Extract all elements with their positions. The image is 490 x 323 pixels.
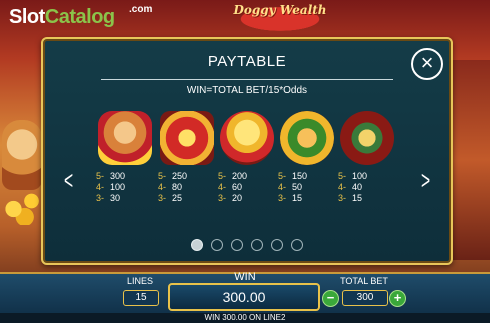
background-dog-figure xyxy=(2,120,42,190)
dog-wild-icon xyxy=(98,111,152,165)
prev-page-arrow-icon[interactable]: < xyxy=(64,167,73,193)
increase-bet-button[interactable]: + xyxy=(389,290,406,307)
bottom-bar: LINES 15 WIN 300.00 TOTAL BET − 300 + xyxy=(0,271,490,315)
title-divider xyxy=(101,79,393,80)
win-label: WIN xyxy=(234,271,256,283)
paytable-panel: PAYTABLE WIN=TOTAL BET/15*Odds × < > 5- 3… xyxy=(41,37,453,265)
lines-label: LINES xyxy=(126,276,153,286)
payout-list: 5- 200 4- 60 3- 20 xyxy=(218,171,248,203)
site-logo-catalog: Catalog xyxy=(44,6,115,28)
total-bet-control: − 300 + xyxy=(322,290,406,307)
payout-list: 5- 100 4- 40 3- 15 xyxy=(338,171,368,203)
symbol-card: 5- 250 4- 80 3- 25 xyxy=(158,111,216,204)
page-dot[interactable] xyxy=(251,239,263,251)
win-formula: WIN=TOTAL BET/15*Odds xyxy=(186,85,308,96)
site-logo-com: .com xyxy=(129,4,153,15)
page-dot[interactable] xyxy=(231,239,243,251)
symbol-list: 5- 300 4- 100 3- 30 5- 250 4- 80 3- 25 5- 200 4… xyxy=(96,111,416,221)
lines-value: 15 xyxy=(123,290,159,306)
page-dot[interactable] xyxy=(271,239,283,251)
close-button[interactable]: × xyxy=(411,48,443,80)
page-dot[interactable] xyxy=(211,239,223,251)
payout-list: 5- 300 4- 100 3- 30 xyxy=(96,171,126,203)
game-title-logo: Doggy Wealth xyxy=(230,4,330,34)
win-status-message: WIN 300.00 ON LINE2 xyxy=(0,313,490,323)
page-indicator xyxy=(43,239,451,251)
page-dot[interactable] xyxy=(291,239,303,251)
total-bet-label: TOTAL BET xyxy=(340,276,388,286)
symbol-card: 5- 100 4- 40 3- 15 xyxy=(338,111,396,204)
page-dot[interactable] xyxy=(191,239,203,251)
site-logo-slot: Slot xyxy=(9,6,45,28)
site-logo: SlotCatalog .com xyxy=(9,4,152,36)
paytable-title: PAYTABLE xyxy=(207,53,287,70)
payout-list: 5- 150 4- 50 3- 15 xyxy=(278,171,308,203)
next-page-arrow-icon[interactable]: > xyxy=(421,167,430,193)
background-reel-edge xyxy=(448,60,490,260)
background-coins xyxy=(0,185,45,225)
bone-icon xyxy=(340,111,394,165)
symbol-card: 5- 150 4- 50 3- 15 xyxy=(278,111,336,204)
gold-bowl-icon xyxy=(220,111,274,165)
symbol-card: 5- 200 4- 60 3- 20 xyxy=(218,111,276,204)
symbol-card: 5- 300 4- 100 3- 30 xyxy=(96,111,154,204)
dog-toy-icon xyxy=(280,111,334,165)
total-bet-value: 300 xyxy=(342,290,388,306)
decrease-bet-button[interactable]: − xyxy=(322,290,339,307)
payout-list: 5- 250 4- 80 3- 25 xyxy=(158,171,188,203)
win-value: 300.00 xyxy=(168,283,320,311)
treasure-chest-icon xyxy=(160,111,214,165)
